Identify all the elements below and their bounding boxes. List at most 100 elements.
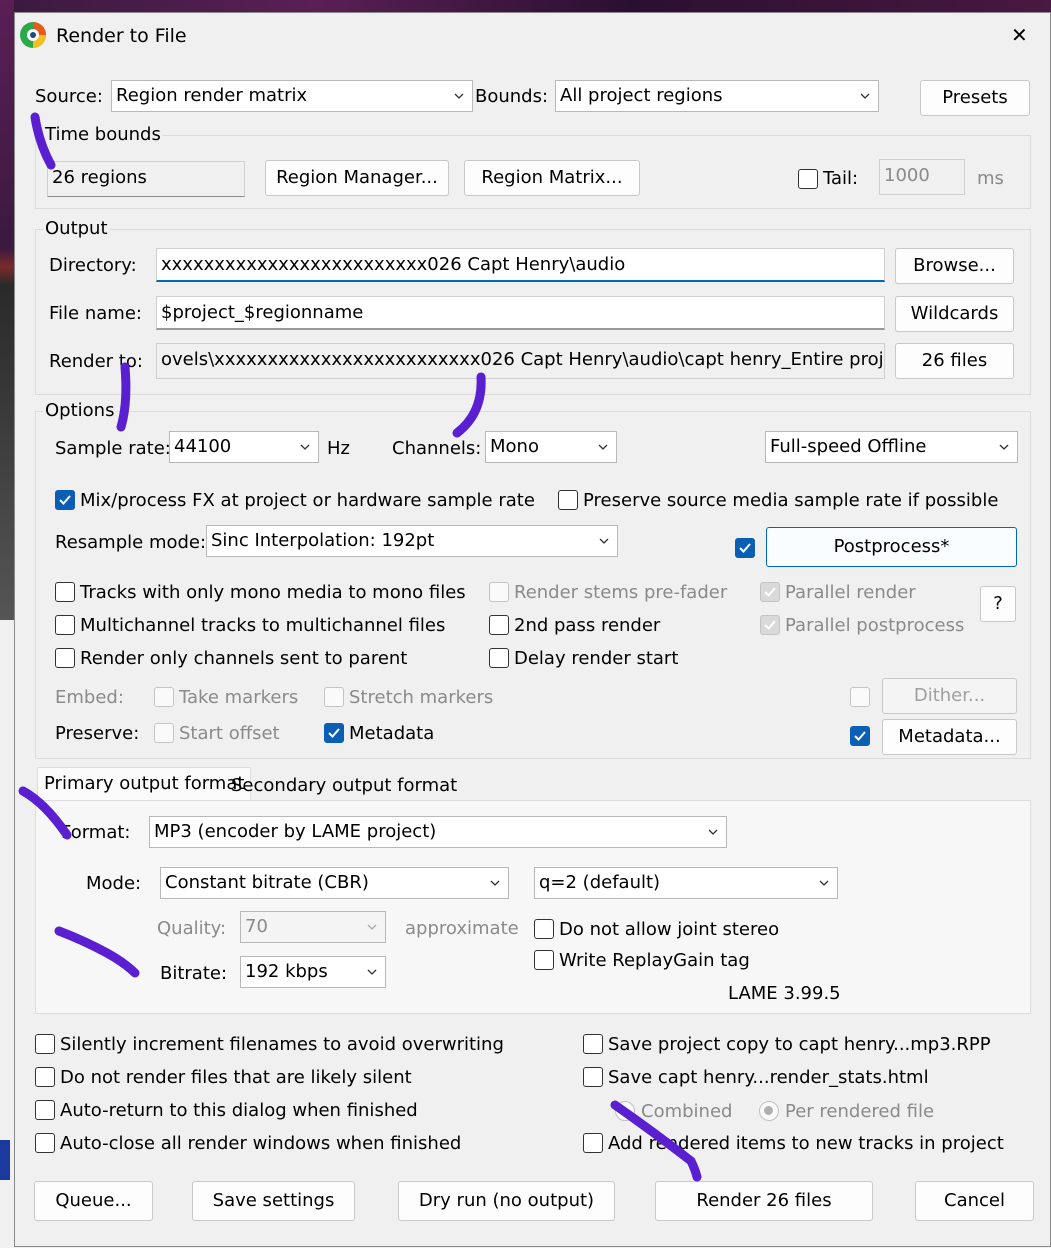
tail-input[interactable]: 1000	[879, 159, 965, 195]
tail-value: 1000	[884, 165, 930, 186]
parallel-render-checkbox[interactable]	[760, 582, 780, 602]
close-icon[interactable]: ✕	[1011, 25, 1028, 45]
quality-select[interactable]: 70	[240, 911, 386, 943]
render-to-label: Render to:	[49, 351, 143, 372]
second-pass-checkbox[interactable]	[489, 615, 509, 635]
render-button[interactable]: Render 26 files	[655, 1181, 873, 1221]
region-manager-button[interactable]: Region Manager...	[265, 160, 449, 196]
auto-return-label: Auto-return to this dialog when finished	[60, 1100, 418, 1121]
encoder-quality-value: q=2 (default)	[539, 872, 661, 893]
chevron-down-icon	[490, 880, 500, 886]
regions-count-field: 26 regions	[47, 161, 245, 197]
sample-rate-select[interactable]: 44100	[169, 431, 319, 463]
mix-fx-label: Mix/process FX at project or hardware sa…	[80, 490, 535, 511]
directory-value: xxxxxxxxxxxxxxxxxxxxxxxxx026 Capt Henry\…	[161, 254, 626, 275]
metadata-button[interactable]: Metadata...	[882, 719, 1017, 755]
multichannel-checkbox[interactable]	[55, 615, 75, 635]
presets-button[interactable]: Presets	[920, 80, 1030, 116]
bitrate-select[interactable]: 192 kbps	[240, 956, 386, 988]
dither-checkbox[interactable]	[850, 687, 870, 707]
save-settings-button[interactable]: Save settings	[192, 1181, 355, 1221]
channels-value: Mono	[490, 436, 539, 457]
no-silent-checkbox[interactable]	[35, 1067, 55, 1087]
mode-select[interactable]: Constant bitrate (CBR)	[160, 867, 509, 899]
silently-increment-checkbox[interactable]	[35, 1034, 55, 1054]
dither-button[interactable]: Dither...	[882, 678, 1017, 714]
per-file-radio[interactable]	[759, 1101, 779, 1121]
mode-label: Mode:	[86, 873, 142, 894]
render-files-count-button[interactable]: 26 files	[895, 343, 1014, 379]
regions-count-value: 26 regions	[52, 167, 147, 188]
auto-return-checkbox[interactable]	[35, 1100, 55, 1120]
format-label: Format:	[61, 822, 131, 843]
second-pass-label: 2nd pass render	[514, 615, 661, 636]
stems-prefader-checkbox[interactable]	[489, 582, 509, 602]
queue-button[interactable]: Queue...	[34, 1181, 153, 1221]
take-markers-checkbox[interactable]	[154, 687, 174, 707]
sample-rate-unit: Hz	[327, 438, 350, 459]
directory-label: Directory:	[49, 255, 137, 276]
tracks-mono-label: Tracks with only mono media to mono file…	[80, 582, 466, 603]
parallel-postprocess-label: Parallel postprocess	[785, 615, 965, 636]
render-dialog: Render to File ✕ Source: Region render m…	[14, 12, 1051, 1247]
tracks-mono-checkbox[interactable]	[55, 582, 75, 602]
auto-close-checkbox[interactable]	[35, 1133, 55, 1153]
cancel-button[interactable]: Cancel	[915, 1181, 1034, 1221]
bitrate-label: Bitrate:	[160, 963, 228, 984]
metadata-checkbox[interactable]	[324, 723, 344, 743]
metadata-embed-checkbox[interactable]	[850, 726, 870, 746]
check-icon	[764, 620, 776, 630]
render-parent-checkbox[interactable]	[55, 648, 75, 668]
combined-label: Combined	[641, 1101, 733, 1122]
metadata-label: Metadata	[349, 723, 435, 744]
delay-start-checkbox[interactable]	[489, 648, 509, 668]
resample-select[interactable]: Sinc Interpolation: 192pt	[206, 525, 618, 557]
format-value: MP3 (encoder by LAME project)	[154, 821, 437, 842]
source-select[interactable]: Region render matrix	[111, 80, 473, 112]
mix-fx-checkbox[interactable]	[55, 490, 75, 510]
start-offset-checkbox[interactable]	[154, 723, 174, 743]
replaygain-checkbox[interactable]	[534, 950, 554, 970]
browse-button[interactable]: Browse...	[895, 248, 1014, 284]
preserve-source-checkbox[interactable]	[558, 490, 578, 510]
joint-stereo-label: Do not allow joint stereo	[559, 919, 780, 940]
chevron-down-icon	[860, 93, 870, 99]
app-logo-icon	[19, 21, 47, 49]
parallel-postprocess-checkbox[interactable]	[760, 615, 780, 635]
help-button[interactable]: ?	[980, 586, 1016, 622]
no-silent-label: Do not render files that are likely sile…	[60, 1067, 412, 1088]
chevron-down-icon	[598, 444, 608, 450]
tab-primary-output-format[interactable]: Primary output format	[37, 767, 252, 801]
check-icon	[854, 731, 866, 741]
dry-run-button[interactable]: Dry run (no output)	[398, 1181, 615, 1221]
postprocess-button[interactable]: Postprocess*	[766, 527, 1017, 567]
render-speed-select[interactable]: Full-speed Offline	[765, 431, 1018, 463]
stretch-markers-checkbox[interactable]	[324, 687, 344, 707]
region-matrix-button[interactable]: Region Matrix...	[464, 160, 640, 196]
channels-label: Channels:	[392, 438, 482, 459]
combined-radio[interactable]	[615, 1101, 635, 1121]
channels-select[interactable]: Mono	[485, 431, 617, 463]
save-copy-checkbox[interactable]	[583, 1034, 603, 1054]
encoder-quality-select[interactable]: q=2 (default)	[534, 867, 838, 899]
joint-stereo-checkbox[interactable]	[534, 919, 554, 939]
save-stats-checkbox[interactable]	[583, 1067, 603, 1087]
format-select[interactable]: MP3 (encoder by LAME project)	[149, 816, 727, 848]
resample-label: Resample mode:	[55, 532, 207, 553]
directory-input[interactable]: xxxxxxxxxxxxxxxxxxxxxxxxx026 Capt Henry\…	[156, 248, 885, 282]
postprocess-checkbox[interactable]	[735, 538, 755, 558]
tail-checkbox[interactable]	[798, 169, 818, 189]
tab-secondary-output-format[interactable]: Secondary output format	[225, 771, 463, 801]
background-app-left	[0, 0, 14, 620]
parallel-render-label: Parallel render	[785, 582, 916, 603]
take-markers-label: Take markers	[179, 687, 299, 708]
time-bounds-title: Time bounds	[43, 124, 163, 145]
filename-input[interactable]: $project_$regionname	[156, 296, 885, 330]
add-items-checkbox[interactable]	[583, 1133, 603, 1153]
stems-prefader-label: Render stems pre-fader	[514, 582, 728, 603]
preserve-label: Preserve:	[55, 723, 140, 744]
mode-value: Constant bitrate (CBR)	[165, 872, 369, 893]
bounds-select[interactable]: All project regions	[555, 80, 879, 112]
wildcards-button[interactable]: Wildcards	[895, 296, 1014, 332]
source-label: Source:	[35, 86, 103, 107]
